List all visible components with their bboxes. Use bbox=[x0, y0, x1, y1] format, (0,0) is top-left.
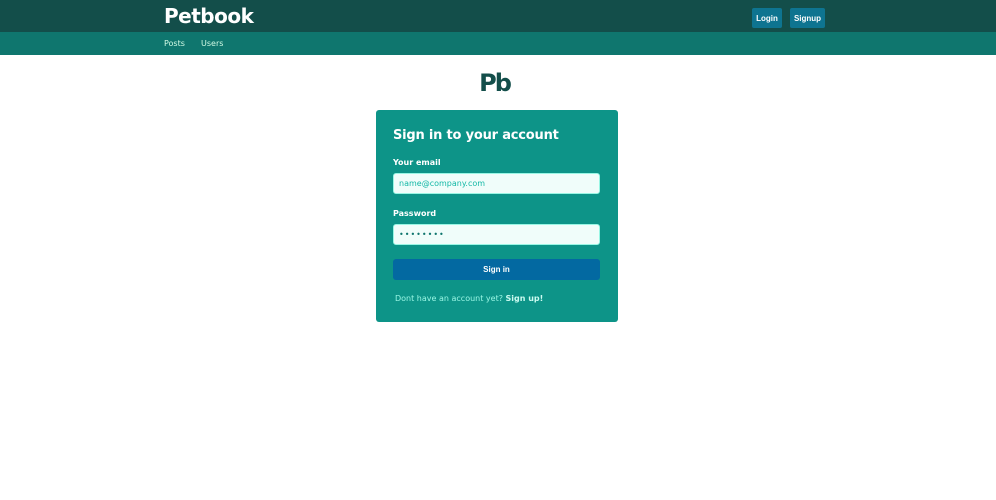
nav-link-posts[interactable]: Posts bbox=[164, 39, 185, 48]
login-button[interactable]: Login bbox=[752, 8, 782, 28]
signin-button[interactable]: Sign in bbox=[393, 259, 600, 280]
logo-text: Pb bbox=[479, 69, 512, 97]
signup-link[interactable]: Sign up! bbox=[506, 294, 544, 303]
email-label: Your email bbox=[393, 158, 441, 167]
nav-link-users[interactable]: Users bbox=[201, 39, 223, 48]
top-navbar: Petbook Login Signup bbox=[0, 0, 996, 32]
form-title: Sign in to your account bbox=[393, 128, 559, 143]
paw-logo-icon: Pb bbox=[479, 69, 512, 97]
signin-card: Sign in to your account Your email Passw… bbox=[376, 110, 618, 322]
sub-navbar: Posts Users bbox=[0, 32, 996, 55]
password-label: Password bbox=[393, 209, 437, 218]
signup-prompt: Dont have an account yet? Sign up! bbox=[395, 294, 543, 303]
email-input[interactable] bbox=[393, 173, 600, 194]
brand-text: Petbook bbox=[164, 4, 254, 28]
password-input[interactable] bbox=[393, 224, 600, 245]
signup-prompt-text: Dont have an account yet? bbox=[395, 294, 503, 303]
brand-logo[interactable]: Petbook bbox=[164, 2, 254, 30]
signup-button[interactable]: Signup bbox=[790, 8, 825, 28]
